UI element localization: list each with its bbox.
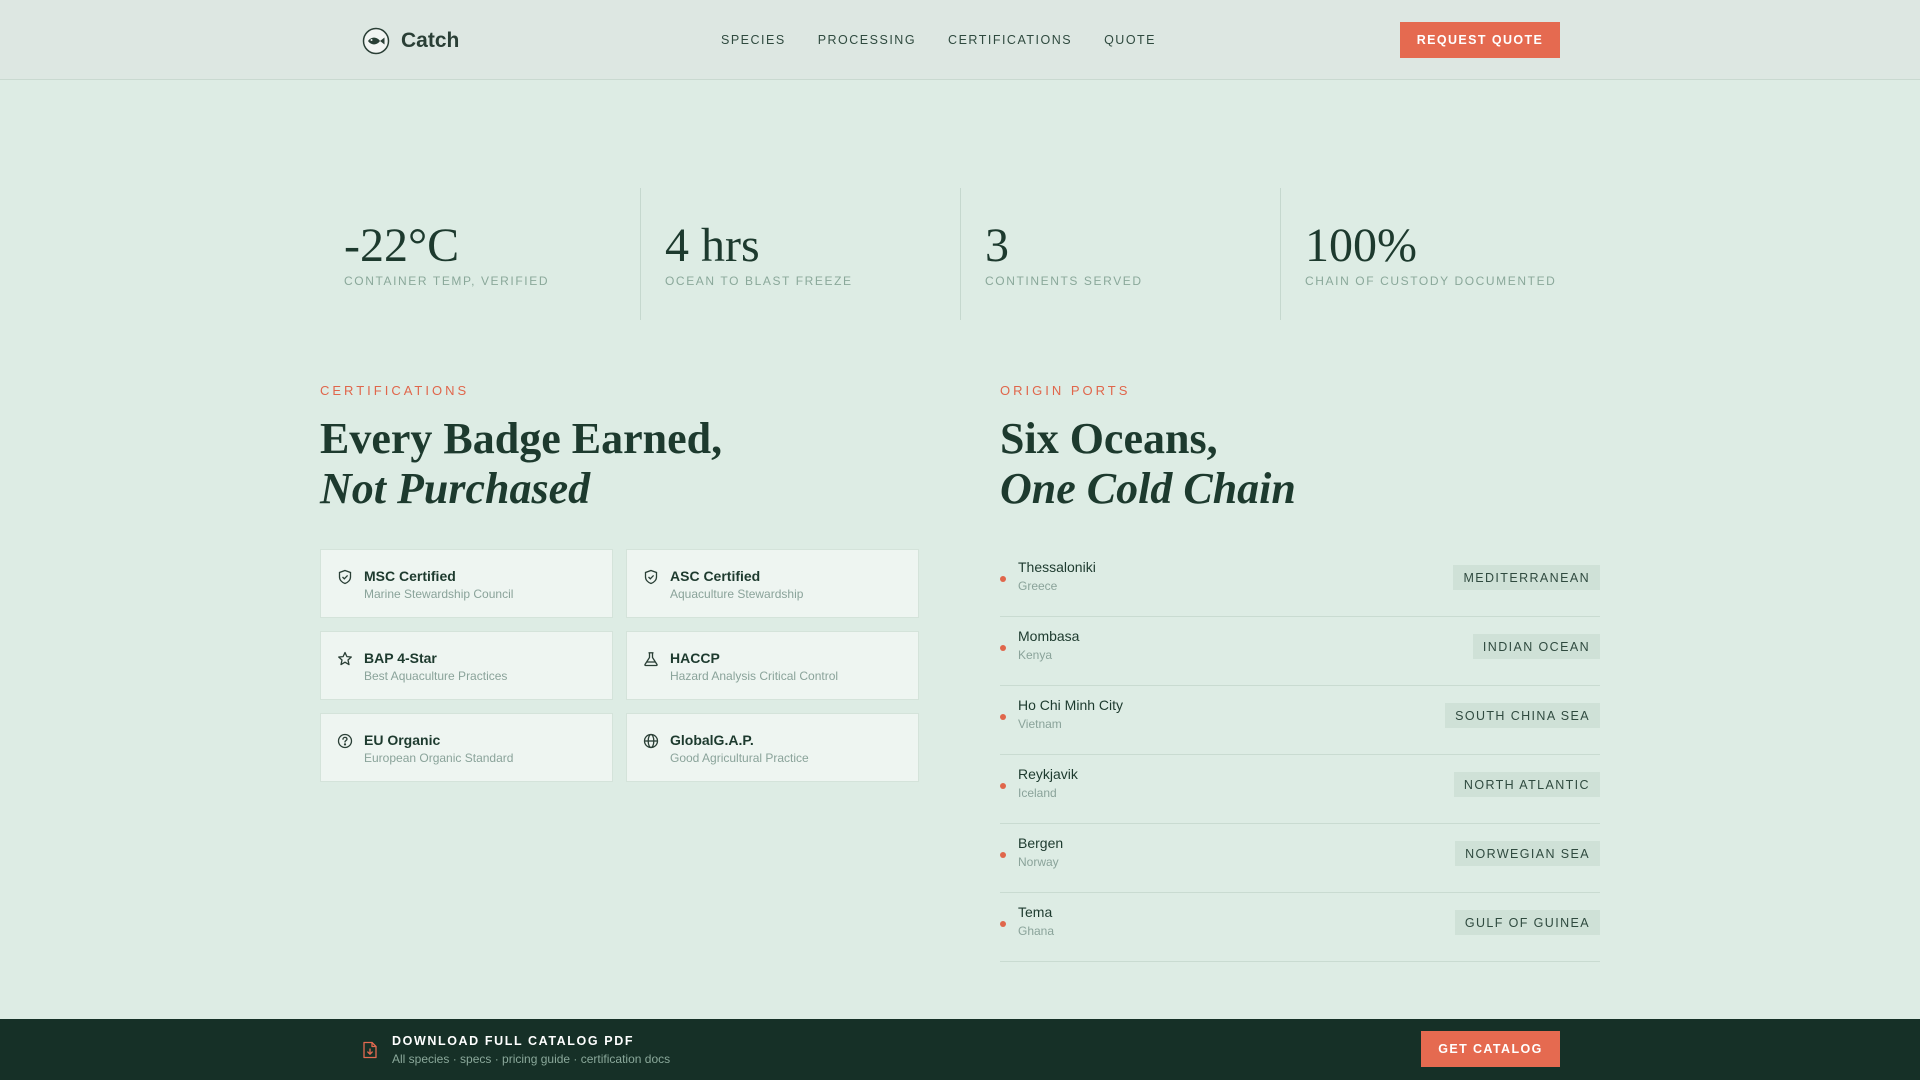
- certifications-eyebrow: CERTIFICATIONS: [320, 383, 470, 398]
- flask-icon: [644, 652, 658, 667]
- port-country: Norway: [1018, 855, 1059, 869]
- certifications-section: CERTIFICATIONS Every Badge Earned, Not P…: [320, 383, 920, 782]
- cert-card-bap: BAP 4-Star Best Aquaculture Practices: [320, 631, 613, 700]
- stat-value: 4 hrs: [665, 219, 760, 272]
- port-country: Ghana: [1018, 924, 1055, 938]
- main-nav: SPECIES PROCESSING CERTIFICATIONS QUOTE: [721, 33, 1156, 47]
- list-item: Ho Chi Minh City Vietnam SOUTH CHINA SEA: [1000, 686, 1600, 755]
- certifications-grid: MSC Certified Marine Stewardship Council…: [320, 549, 920, 782]
- stat-label: OCEAN TO BLAST FREEZE: [665, 274, 853, 288]
- nav-quote[interactable]: QUOTE: [1104, 33, 1156, 47]
- cert-subtitle: European Organic Standard: [364, 751, 514, 765]
- help-circle-icon: [337, 733, 353, 749]
- get-catalog-button[interactable]: GET CATALOG: [1421, 1031, 1560, 1067]
- bullet-dot-icon: [1000, 714, 1006, 720]
- cert-card-asc: ASC Certified Aquaculture Stewardship: [626, 549, 919, 618]
- shield-check-icon: [338, 569, 352, 585]
- cert-card-msc: MSC Certified Marine Stewardship Council: [320, 549, 613, 618]
- cert-card-eu-organic: EU Organic European Organic Standard: [320, 713, 613, 782]
- brand-name: Catch: [401, 29, 460, 52]
- heading-line-1: Six Oceans,: [1000, 414, 1218, 463]
- nav-certifications[interactable]: CERTIFICATIONS: [948, 33, 1072, 47]
- port-name: Reykjavik: [1018, 766, 1078, 782]
- file-download-icon: [363, 1041, 377, 1059]
- heading-line-1: Every Badge Earned,: [320, 414, 723, 463]
- sea-badge: INDIAN OCEAN: [1472, 634, 1600, 659]
- cert-title: ASC Certified: [670, 568, 761, 584]
- port-country: Kenya: [1018, 648, 1053, 662]
- request-quote-button[interactable]: REQUEST QUOTE: [1400, 22, 1560, 58]
- catalog-subtitle: All species · specs · pricing guide · ce…: [392, 1052, 671, 1066]
- ports-list: Thessaloniki Greece MEDITERRANEAN Mombas…: [1000, 548, 1600, 962]
- ports-eyebrow: ORIGIN PORTS: [1000, 383, 1131, 398]
- stat-value: -22°C: [344, 219, 460, 272]
- stat-continents: 3 CONTINENTS SERVED: [960, 188, 1280, 320]
- port-name: Tema: [1018, 904, 1053, 920]
- list-item: Thessaloniki Greece MEDITERRANEAN: [1000, 548, 1600, 617]
- sea-badge: NORWEGIAN SEA: [1455, 841, 1600, 866]
- port-name: Thessaloniki: [1018, 559, 1096, 575]
- list-item: Bergen Norway NORWEGIAN SEA: [1000, 824, 1600, 893]
- fish-logo-icon: [362, 27, 390, 55]
- stat-value: 3: [985, 219, 1009, 272]
- shield-check-icon: [644, 569, 658, 585]
- catalog-download-bar: DOWNLOAD FULL CATALOG PDF All species · …: [0, 1019, 1920, 1080]
- site-header: Catch SPECIES PROCESSING CERTIFICATIONS …: [0, 0, 1920, 80]
- cert-title: MSC Certified: [364, 568, 456, 584]
- sea-badge: GULF OF GUINEA: [1454, 910, 1600, 935]
- cert-card-globalgap: GlobalG.A.P. Good Agricultural Practice: [626, 713, 919, 782]
- nav-processing[interactable]: PROCESSING: [818, 33, 916, 47]
- brand-logo[interactable]: Catch: [362, 27, 459, 55]
- stat-value: 100%: [1305, 219, 1417, 272]
- stat-label: CONTAINER TEMP, VERIFIED: [344, 274, 550, 288]
- cert-title: EU Organic: [364, 732, 441, 748]
- bullet-dot-icon: [1000, 783, 1006, 789]
- cert-subtitle: Aquaculture Stewardship: [670, 587, 804, 601]
- bullet-dot-icon: [1000, 645, 1006, 651]
- port-name: Ho Chi Minh City: [1018, 697, 1124, 713]
- stats-row: -22°C CONTAINER TEMP, VERIFIED 4 hrs OCE…: [320, 188, 1600, 320]
- cert-card-haccp: HACCP Hazard Analysis Critical Control: [626, 631, 919, 700]
- cert-title: GlobalG.A.P.: [670, 732, 754, 748]
- heading-line-2: One Cold Chain: [1000, 464, 1296, 513]
- port-country: Vietnam: [1018, 717, 1062, 731]
- list-item: Mombasa Kenya INDIAN OCEAN: [1000, 617, 1600, 686]
- cert-title: HACCP: [670, 650, 720, 666]
- stat-container-temp: -22°C CONTAINER TEMP, VERIFIED: [320, 188, 640, 320]
- port-name: Bergen: [1018, 835, 1064, 851]
- cert-subtitle: Best Aquaculture Practices: [364, 669, 508, 683]
- heading-line-2: Not Purchased: [320, 464, 591, 513]
- stat-label: CHAIN OF CUSTODY DOCUMENTED: [1305, 274, 1557, 288]
- bullet-dot-icon: [1000, 921, 1006, 927]
- certifications-heading: Every Badge Earned, Not Purchased: [320, 414, 920, 514]
- list-item: Reykjavik Iceland NORTH ATLANTIC: [1000, 755, 1600, 824]
- bullet-dot-icon: [1000, 576, 1006, 582]
- port-country: Iceland: [1018, 786, 1057, 800]
- bullet-dot-icon: [1000, 852, 1006, 858]
- ports-heading: Six Oceans, One Cold Chain: [1000, 414, 1600, 514]
- stat-blast-freeze: 4 hrs OCEAN TO BLAST FREEZE: [640, 188, 960, 320]
- stat-chain-of-custody: 100% CHAIN OF CUSTODY DOCUMENTED: [1280, 188, 1600, 320]
- star-icon: [338, 651, 352, 666]
- port-name: Mombasa: [1018, 628, 1080, 644]
- port-country: Greece: [1018, 579, 1058, 593]
- origin-ports-section: ORIGIN PORTS Six Oceans, One Cold Chain …: [1000, 383, 1600, 962]
- sea-badge: NORTH ATLANTIC: [1453, 772, 1600, 797]
- nav-species[interactable]: SPECIES: [721, 33, 786, 47]
- globe-icon: [643, 733, 659, 749]
- cert-subtitle: Hazard Analysis Critical Control: [670, 669, 839, 683]
- stat-label: CONTINENTS SERVED: [985, 274, 1143, 288]
- cert-subtitle: Marine Stewardship Council: [364, 587, 514, 601]
- sea-badge: MEDITERRANEAN: [1453, 565, 1600, 590]
- cert-subtitle: Good Agricultural Practice: [670, 751, 809, 765]
- catalog-title: DOWNLOAD FULL CATALOG PDF: [392, 1034, 635, 1048]
- sea-badge: SOUTH CHINA SEA: [1445, 703, 1600, 728]
- list-item: Tema Ghana GULF OF GUINEA: [1000, 893, 1600, 962]
- cert-title: BAP 4-Star: [364, 650, 437, 666]
